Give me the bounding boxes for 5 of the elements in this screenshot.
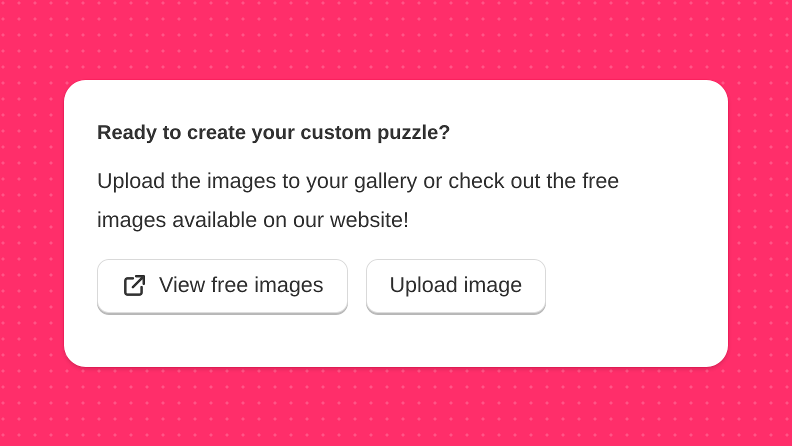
card-title: Ready to create your custom puzzle?	[97, 120, 452, 146]
view-images-button[interactable]: View free images	[97, 258, 348, 312]
card-description: Upload the images to your gallery or check out the free images available on our website!	[97, 168, 620, 234]
upload-button[interactable]: Upload image	[366, 258, 546, 312]
external-link-icon	[121, 272, 147, 298]
